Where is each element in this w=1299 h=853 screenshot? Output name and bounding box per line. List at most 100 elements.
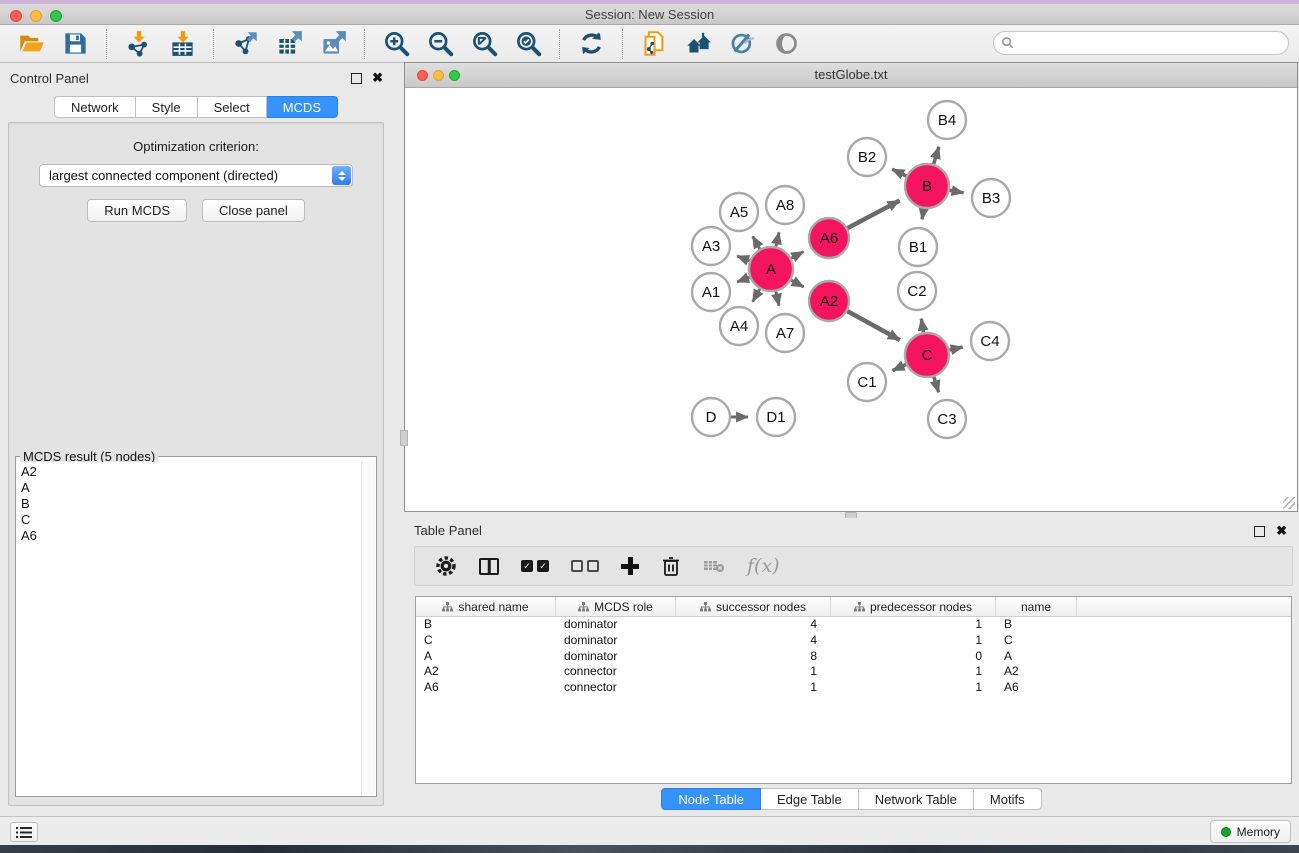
graph-node-D1[interactable]: D1 — [757, 398, 795, 436]
graph-edge-A6-B[interactable] — [848, 201, 900, 229]
export-image-icon[interactable] — [316, 28, 350, 60]
table-cell[interactable]: B — [996, 617, 1077, 633]
column-header[interactable]: predecessor nodes — [831, 597, 996, 616]
graph-edge-B-B1[interactable] — [922, 209, 924, 220]
function-builder-icon[interactable]: f(x) — [747, 553, 780, 579]
column-header[interactable]: name — [996, 597, 1077, 616]
mcds-result-item[interactable]: A — [21, 480, 361, 496]
open-file-icon[interactable] — [14, 28, 48, 60]
graph-edge-A-A1[interactable] — [737, 277, 749, 282]
tab-style[interactable]: Style — [136, 96, 198, 118]
search-input[interactable] — [993, 31, 1289, 55]
graph-node-A2[interactable]: A2 — [809, 281, 849, 321]
network-from-document-icon[interactable] — [637, 28, 671, 60]
graph-node-C[interactable]: C — [905, 333, 949, 377]
table-cell[interactable]: 1 — [676, 664, 831, 680]
table-cell[interactable]: dominator — [556, 617, 676, 633]
table-row[interactable]: A2connector11A2 — [416, 664, 1291, 680]
graph-node-C2[interactable]: C2 — [898, 272, 936, 310]
mcds-result-item[interactable]: A2 — [21, 464, 361, 480]
table-cell[interactable]: C — [416, 633, 556, 649]
tab-network[interactable]: Network — [54, 96, 136, 118]
table-cell[interactable]: dominator — [556, 649, 676, 665]
graph-edge-C-C2[interactable] — [921, 319, 923, 333]
zoom-out-icon[interactable] — [423, 28, 457, 60]
delete-table-icon[interactable] — [703, 553, 725, 579]
export-table-icon[interactable] — [272, 28, 306, 60]
deselect-all-icon[interactable] — [571, 553, 599, 579]
graph-edge-A-A5[interactable] — [753, 236, 760, 249]
graph-edge-A-A8[interactable] — [776, 232, 779, 246]
save-session-icon[interactable] — [58, 28, 92, 60]
graph-edge-B-B2[interactable] — [892, 169, 906, 176]
zoom-in-icon[interactable] — [379, 28, 413, 60]
table-cell[interactable]: B — [416, 617, 556, 633]
task-history-button[interactable] — [10, 822, 38, 842]
float-table-panel-icon[interactable] — [1254, 526, 1265, 537]
window-resize-grip[interactable] — [1283, 497, 1295, 509]
close-panel-icon[interactable]: ✖ — [372, 70, 383, 85]
memory-button[interactable]: Memory — [1210, 820, 1291, 843]
home-icon[interactable] — [681, 28, 715, 60]
table-cell[interactable]: 0 — [831, 649, 996, 665]
tab-motifs[interactable]: Motifs — [974, 788, 1042, 810]
table-cell[interactable]: 8 — [676, 649, 831, 665]
add-row-icon[interactable] — [621, 553, 639, 579]
graph-node-A3[interactable]: A3 — [692, 227, 730, 265]
graph-node-B2[interactable]: B2 — [848, 138, 886, 176]
graph-node-A1[interactable]: A1 — [692, 273, 730, 311]
hide-graphics-details-icon[interactable] — [725, 28, 759, 60]
mcds-result-list[interactable]: A2ABCA6 — [17, 462, 361, 795]
run-mcds-button[interactable]: Run MCDS — [87, 199, 187, 222]
graph-edge-A2-C[interactable] — [847, 311, 899, 340]
float-panel-icon[interactable] — [351, 73, 362, 84]
column-header[interactable]: MCDS role — [556, 597, 676, 616]
graph-edge-B-B4[interactable] — [934, 147, 939, 164]
export-network-icon[interactable] — [228, 28, 262, 60]
table-cell[interactable]: connector — [556, 664, 676, 680]
mcds-result-scrollbar[interactable] — [361, 462, 375, 795]
table-cell[interactable]: 1 — [831, 633, 996, 649]
eye-icon[interactable] — [769, 28, 803, 60]
graph-edge-C-C3[interactable] — [934, 377, 939, 392]
refresh-icon[interactable] — [574, 28, 608, 60]
table-cell[interactable]: 1 — [831, 617, 996, 633]
table-cell[interactable]: C — [996, 633, 1077, 649]
show-columns-icon[interactable] — [479, 553, 499, 579]
table-cell[interactable]: A6 — [996, 680, 1077, 696]
graph-node-A7[interactable]: A7 — [766, 314, 804, 352]
table-cell[interactable]: 4 — [676, 617, 831, 633]
zoom-fit-icon[interactable] — [467, 28, 501, 60]
import-table-icon[interactable] — [165, 28, 199, 60]
column-header[interactable]: shared name — [416, 597, 556, 616]
table-row[interactable]: Bdominator41B — [416, 617, 1291, 633]
mcds-result-item[interactable]: A6 — [21, 528, 361, 544]
table-row[interactable]: Adominator80A — [416, 649, 1291, 665]
table-cell[interactable]: 1 — [831, 680, 996, 696]
graph-node-A8[interactable]: A8 — [766, 186, 804, 224]
tab-network-table[interactable]: Network Table — [859, 788, 974, 810]
tab-edge-table[interactable]: Edge Table — [761, 788, 859, 810]
graph-node-A4[interactable]: A4 — [720, 307, 758, 345]
graph-node-B1[interactable]: B1 — [899, 228, 937, 266]
mcds-result-item[interactable]: C — [21, 512, 361, 528]
graph-edge-A-A6[interactable] — [791, 252, 803, 258]
graph-edge-A-A7[interactable] — [776, 291, 779, 305]
mcds-result-item[interactable]: B — [21, 496, 361, 512]
delete-rows-trash-icon[interactable] — [661, 553, 681, 579]
table-cell[interactable]: connector — [556, 680, 676, 696]
close-table-panel-icon[interactable]: ✖ — [1276, 523, 1287, 538]
table-row[interactable]: Cdominator41C — [416, 633, 1291, 649]
graph-edge-A-A4[interactable] — [753, 289, 760, 302]
graph-node-C4[interactable]: C4 — [971, 322, 1009, 360]
graph-edge-C-C1[interactable] — [893, 364, 906, 370]
graph-node-D[interactable]: D — [692, 398, 730, 436]
graph-edge-A-A3[interactable] — [737, 256, 749, 261]
graph-edge-B-B3[interactable] — [950, 190, 964, 193]
optimization-criterion-select[interactable]: largest connected component (directed) — [39, 164, 353, 187]
table-row[interactable]: A6connector11A6 — [416, 680, 1291, 696]
graph-node-B4[interactable]: B4 — [928, 101, 966, 139]
close-panel-button[interactable]: Close panel — [202, 199, 305, 222]
table-cell[interactable]: A — [416, 649, 556, 665]
tab-select[interactable]: Select — [198, 96, 267, 118]
